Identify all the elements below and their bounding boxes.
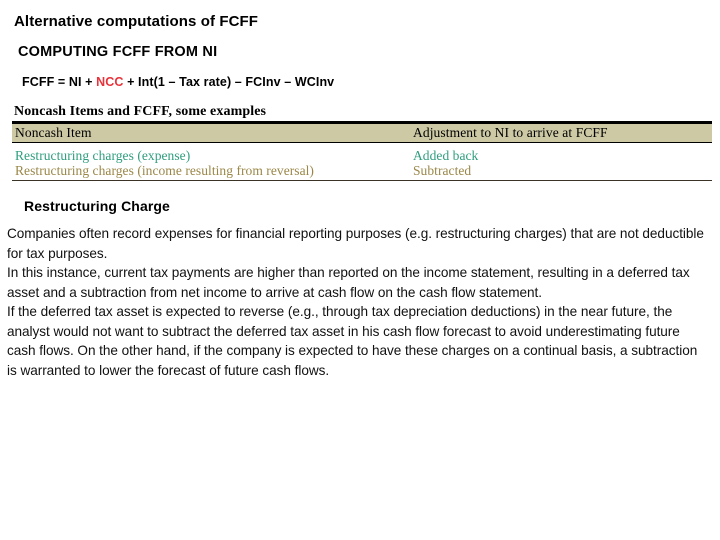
formula-prefix: FCFF = NI + [22,75,97,89]
table-header: Noncash Item Adjustment to NI to arrive … [12,121,712,143]
page-title: Alternative computations of FCFF [14,13,259,30]
fcff-formula: FCFF = NI + NCC + Int(1 – Tax rate) – FC… [22,75,334,89]
noncash-items-table-block: Noncash Items and FCFF, some examples No… [12,104,712,181]
paragraph-3: If the deferred tax asset is expected to… [7,304,698,378]
column-header-noncash-item: Noncash Item [12,121,410,143]
section-heading-restructuring-charge: Restructuring Charge [24,198,170,214]
table-row: Restructuring charges (expense) Added ba… [12,148,712,163]
column-header-adjustment: Adjustment to NI to arrive at FCFF [410,121,712,143]
table-caption: Noncash Items and FCFF, some examples [14,104,267,119]
table-row: Restructuring charges (income resulting … [12,163,712,181]
cell-adjustment: Added back [410,148,712,163]
page-subtitle: COMPUTING FCFF FROM NI [18,44,218,60]
body-text-block: Companies often record expenses for fina… [7,224,707,380]
noncash-items-table: Noncash Item Adjustment to NI to arrive … [12,121,712,181]
table-header-row: Noncash Item Adjustment to NI to arrive … [12,121,712,143]
paragraph-1: Companies often record expenses for fina… [7,226,704,261]
cell-noncash-item: Restructuring charges (expense) [12,148,410,163]
formula-suffix: + Int(1 – Tax rate) – FCInv – WCInv [123,75,335,89]
cell-adjustment: Subtracted [410,163,712,181]
formula-ncc-term: NCC [96,75,124,89]
slide-canvas: Alternative computations of FCFF COMPUTI… [0,0,720,540]
cell-noncash-item: Restructuring charges (income resulting … [12,163,410,181]
paragraph-2: In this instance, current tax payments a… [7,265,690,300]
table-body: Restructuring charges (expense) Added ba… [12,142,712,181]
